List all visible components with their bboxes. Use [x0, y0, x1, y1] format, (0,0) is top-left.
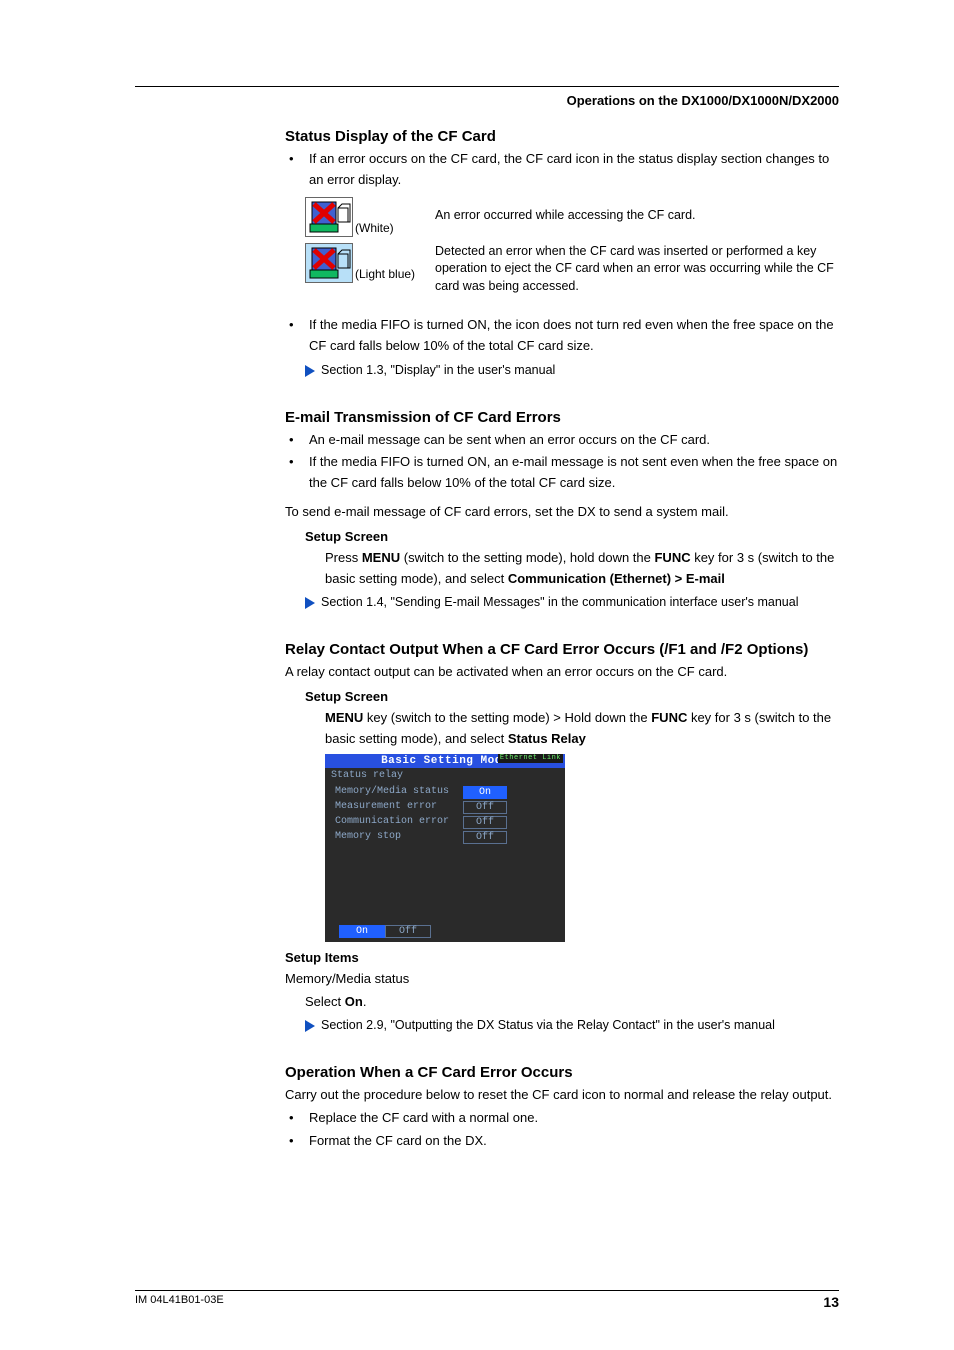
screen-row: Communication errorOff: [335, 815, 555, 830]
paragraph: To send e-mail message of CF card errors…: [285, 502, 839, 523]
list-item: •An e-mail message can be sent when an e…: [285, 430, 839, 451]
list-item: • If the media FIFO is turned ON, the ic…: [285, 315, 839, 357]
screen-button-off: Off: [385, 925, 431, 938]
screen-subtitle: Status relay: [325, 768, 565, 783]
document-id: IM 04L41B01-03E: [135, 1294, 224, 1310]
cross-reference: Section 1.4, "Sending E-mail Messages" i…: [305, 595, 839, 609]
list-item: •Replace the CF card with a normal one.: [285, 1108, 839, 1129]
paragraph: Press MENU (switch to the setting mode),…: [325, 548, 839, 590]
cross-reference: Section 1.3, "Display" in the user's man…: [305, 363, 839, 377]
icon-desc-lightblue: Detected an error when the CF card was i…: [435, 243, 839, 296]
paragraph: Select On.: [305, 992, 839, 1013]
heading-setup-screen: Setup Screen: [305, 689, 839, 704]
list-item: •Format the CF card on the DX.: [285, 1131, 839, 1152]
heading-email-transmission: E-mail Transmission of CF Card Errors: [285, 409, 839, 426]
paragraph: Memory/Media status: [285, 969, 839, 990]
list-item: • If an error occurs on the CF card, the…: [285, 149, 839, 191]
heading-setup-screen: Setup Screen: [305, 529, 839, 544]
cf-error-icon-lightblue: [305, 243, 353, 283]
cf-icon-white-row: (White) An error occurred while accessin…: [305, 197, 839, 237]
screen-row: Memory/Media statusOn: [335, 785, 555, 800]
paragraph: A relay contact output can be activated …: [285, 662, 839, 683]
screen-row: Measurement errorOff: [335, 800, 555, 815]
page-header: Operations on the DX1000/DX1000N/DX2000: [135, 91, 839, 108]
page-number: 13: [823, 1294, 839, 1310]
heading-relay-contact: Relay Contact Output When a CF Card Erro…: [285, 641, 839, 658]
reference-arrow-icon: [305, 597, 315, 609]
reference-arrow-icon: [305, 1020, 315, 1032]
paragraph: MENU key (switch to the setting mode) > …: [325, 708, 839, 750]
cross-reference: Section 2.9, "Outputting the DX Status v…: [305, 1018, 839, 1032]
cf-icon-lightblue-row: (Light blue) Detected an error when the …: [305, 243, 839, 296]
heading-setup-items: Setup Items: [285, 950, 839, 965]
screen-button-on: On: [339, 925, 385, 938]
cf-error-icon-white: [305, 197, 353, 237]
icon-label-white: (White): [355, 221, 394, 237]
device-screenshot: Basic Setting Mode Ethernet Link Status …: [325, 754, 565, 942]
screen-title: Basic Setting Mode Ethernet Link: [325, 754, 565, 768]
icon-label-lightblue: (Light blue): [355, 267, 415, 283]
list-item: •If the media FIFO is turned ON, an e-ma…: [285, 452, 839, 494]
screen-row: Memory stopOff: [335, 830, 555, 845]
heading-operation-error: Operation When a CF Card Error Occurs: [285, 1064, 839, 1081]
heading-status-display: Status Display of the CF Card: [285, 128, 839, 145]
icon-desc-white: An error occurred while accessing the CF…: [435, 197, 696, 225]
paragraph: Carry out the procedure below to reset t…: [285, 1085, 839, 1106]
page-footer: IM 04L41B01-03E 13: [135, 1290, 839, 1310]
reference-arrow-icon: [305, 365, 315, 377]
ethernet-indicator: Ethernet Link: [498, 754, 563, 763]
